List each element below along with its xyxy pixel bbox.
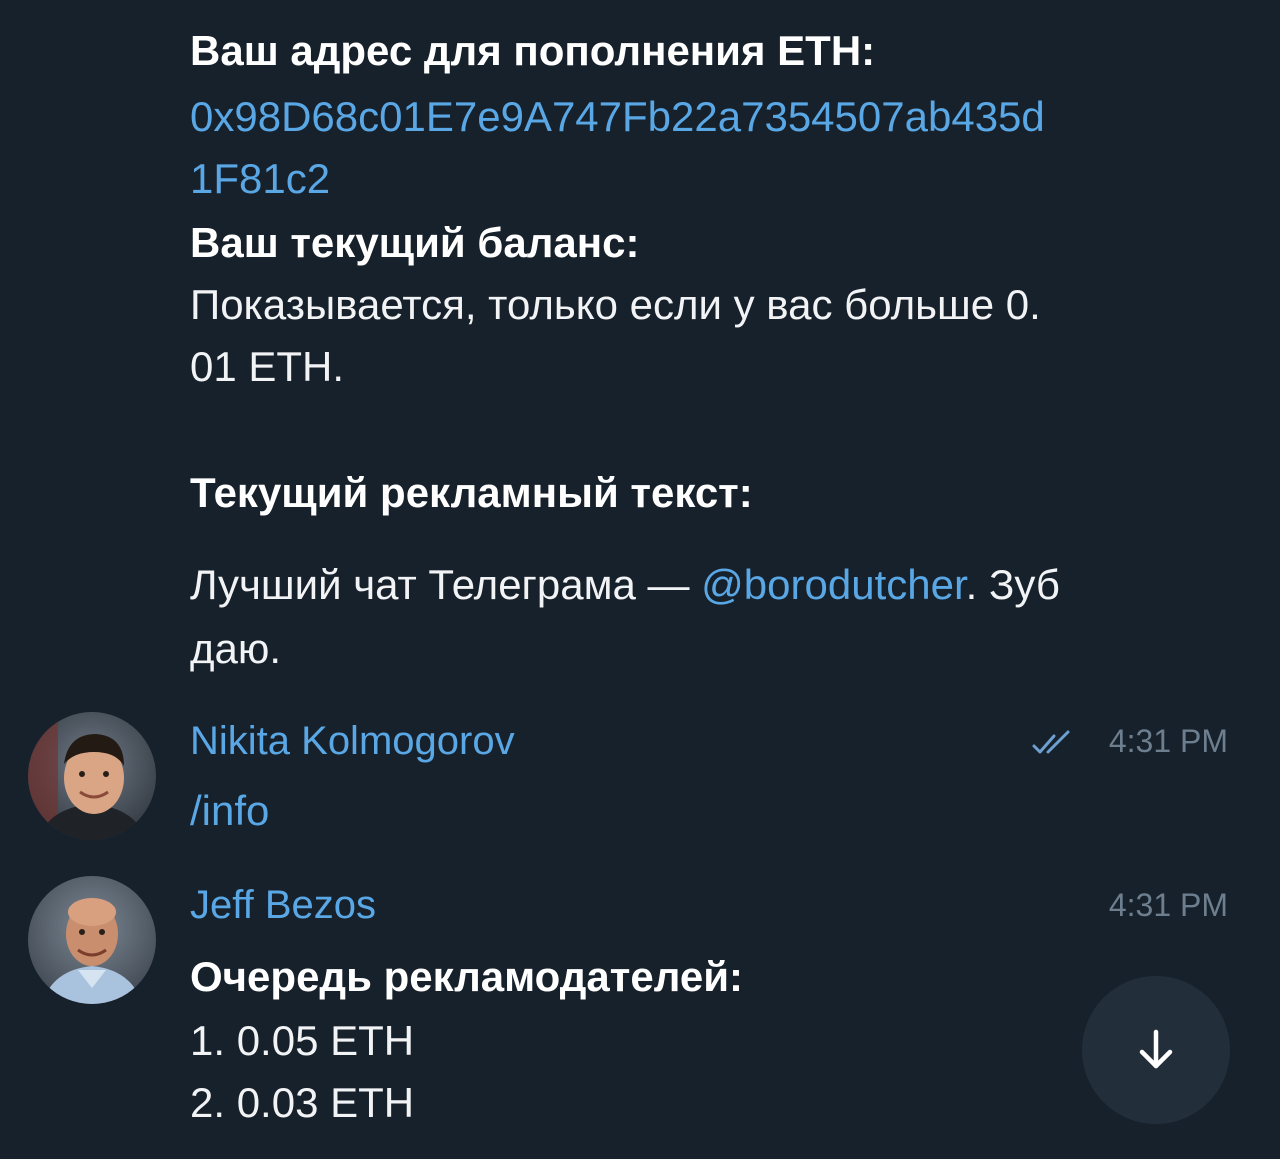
- scroll-to-bottom-button[interactable]: [1082, 976, 1230, 1124]
- message-time: 4:31 PM: [1108, 723, 1228, 759]
- sender-name[interactable]: Nikita Kolmogorov: [190, 716, 515, 766]
- balance-text-line2: 01 ETH.: [190, 343, 345, 390]
- ad-text-suffix: . Зуб: [965, 561, 1060, 608]
- avatar-photo-icon: [28, 876, 156, 1004]
- eth-address-line2[interactable]: 1F81c2: [190, 146, 1170, 212]
- balance-label: Ваш текущий баланс:: [190, 219, 640, 266]
- ad-label: Текущий рекламный текст:: [190, 469, 753, 516]
- queue-item: 1. 0.05 ETH: [190, 1017, 415, 1064]
- queue-item: 2. 0.03 ETH: [190, 1079, 415, 1126]
- eth-address-line1[interactable]: 0x98D68c01E7e9A747Fb22a7354507ab435d: [190, 84, 1170, 150]
- arrow-down-icon: [1139, 1029, 1173, 1069]
- read-checkmarks-icon: [1032, 730, 1070, 754]
- message-time: 4:31 PM: [1108, 887, 1228, 923]
- avatar[interactable]: [28, 712, 156, 840]
- mention-link[interactable]: @borodutcher: [701, 561, 965, 608]
- ad-text-line1: Лучший чат Телеграма — @borodutcher. Зуб: [190, 552, 1170, 618]
- queue-label: Очередь рекламодателей:: [190, 953, 744, 1000]
- ad-text-prefix: Лучший чат Телеграма —: [190, 561, 702, 608]
- address-label: Ваш адрес для пополнения ETH:: [190, 27, 876, 74]
- balance-text-line1: Показывается, только если у вас больше 0…: [190, 281, 1041, 328]
- avatar-photo-icon: [28, 712, 156, 840]
- avatar[interactable]: [28, 876, 156, 1004]
- sender-name[interactable]: Jeff Bezos: [190, 880, 376, 930]
- command-link[interactable]: /info: [190, 778, 1170, 844]
- chat-screen: Ваш адрес для пополнения ETH: 0x98D68c01…: [0, 0, 1280, 1159]
- ad-text-line2: даю.: [190, 625, 282, 672]
